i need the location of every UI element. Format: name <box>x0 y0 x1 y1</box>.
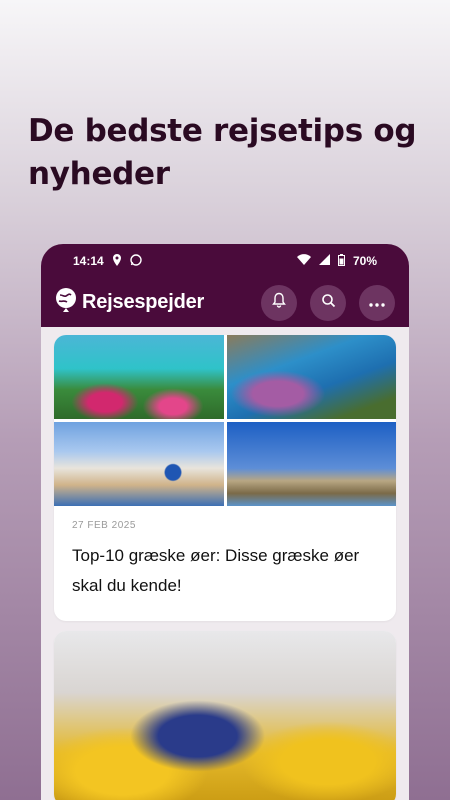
logo-text: Rejsespejder <box>82 291 205 313</box>
more-button[interactable] <box>359 284 395 321</box>
app-bar: Rejsespejder <box>41 278 409 327</box>
search-icon <box>321 293 336 313</box>
article-card[interactable]: 27 FEB 2025 Top-10 græske øer: Disse græ… <box>54 335 396 621</box>
article-title: Top-10 græske øer: Disse græske øer skal… <box>72 546 360 595</box>
battery-level: 70% <box>352 254 377 268</box>
battery-icon <box>337 253 345 269</box>
notifications-button[interactable] <box>261 284 297 321</box>
search-button[interactable] <box>310 284 346 321</box>
article-image-grid <box>54 335 396 506</box>
phone-frame: 14:14 70% Rejsespejder 27 FEB 2025 Top-1… <box>41 244 409 800</box>
globe-pin-icon <box>54 287 78 318</box>
coastline-photo <box>227 422 396 506</box>
status-time: 14:14 <box>73 254 104 268</box>
location-icon <box>112 253 122 269</box>
article-body: 27 FEB 2025 Top-10 græske øer: Disse græ… <box>54 506 396 621</box>
whatsapp-icon <box>130 253 142 269</box>
top-bar: 14:14 70% Rejsespejder <box>41 244 409 327</box>
cliff-lagoon-photo <box>227 335 396 419</box>
article-card[interactable] <box>54 631 396 800</box>
app-logo[interactable]: Rejsespejder <box>54 287 204 318</box>
status-right: 70% <box>296 253 377 269</box>
airplane-cabin-photo <box>54 631 396 800</box>
app-actions <box>261 284 395 321</box>
santorini-photo <box>54 422 224 506</box>
status-bar: 14:14 70% <box>41 244 409 278</box>
promo-headline: De bedste rejsetips og nyheder <box>28 113 417 192</box>
news-feed: 27 FEB 2025 Top-10 græske øer: Disse græ… <box>41 327 409 800</box>
more-icon <box>369 294 385 312</box>
status-left: 14:14 <box>73 253 142 269</box>
beach-photo <box>54 335 224 419</box>
bell-icon <box>271 292 287 313</box>
wifi-icon <box>296 254 311 268</box>
article-date: 27 FEB 2025 <box>72 520 136 531</box>
signal-icon <box>318 254 330 268</box>
